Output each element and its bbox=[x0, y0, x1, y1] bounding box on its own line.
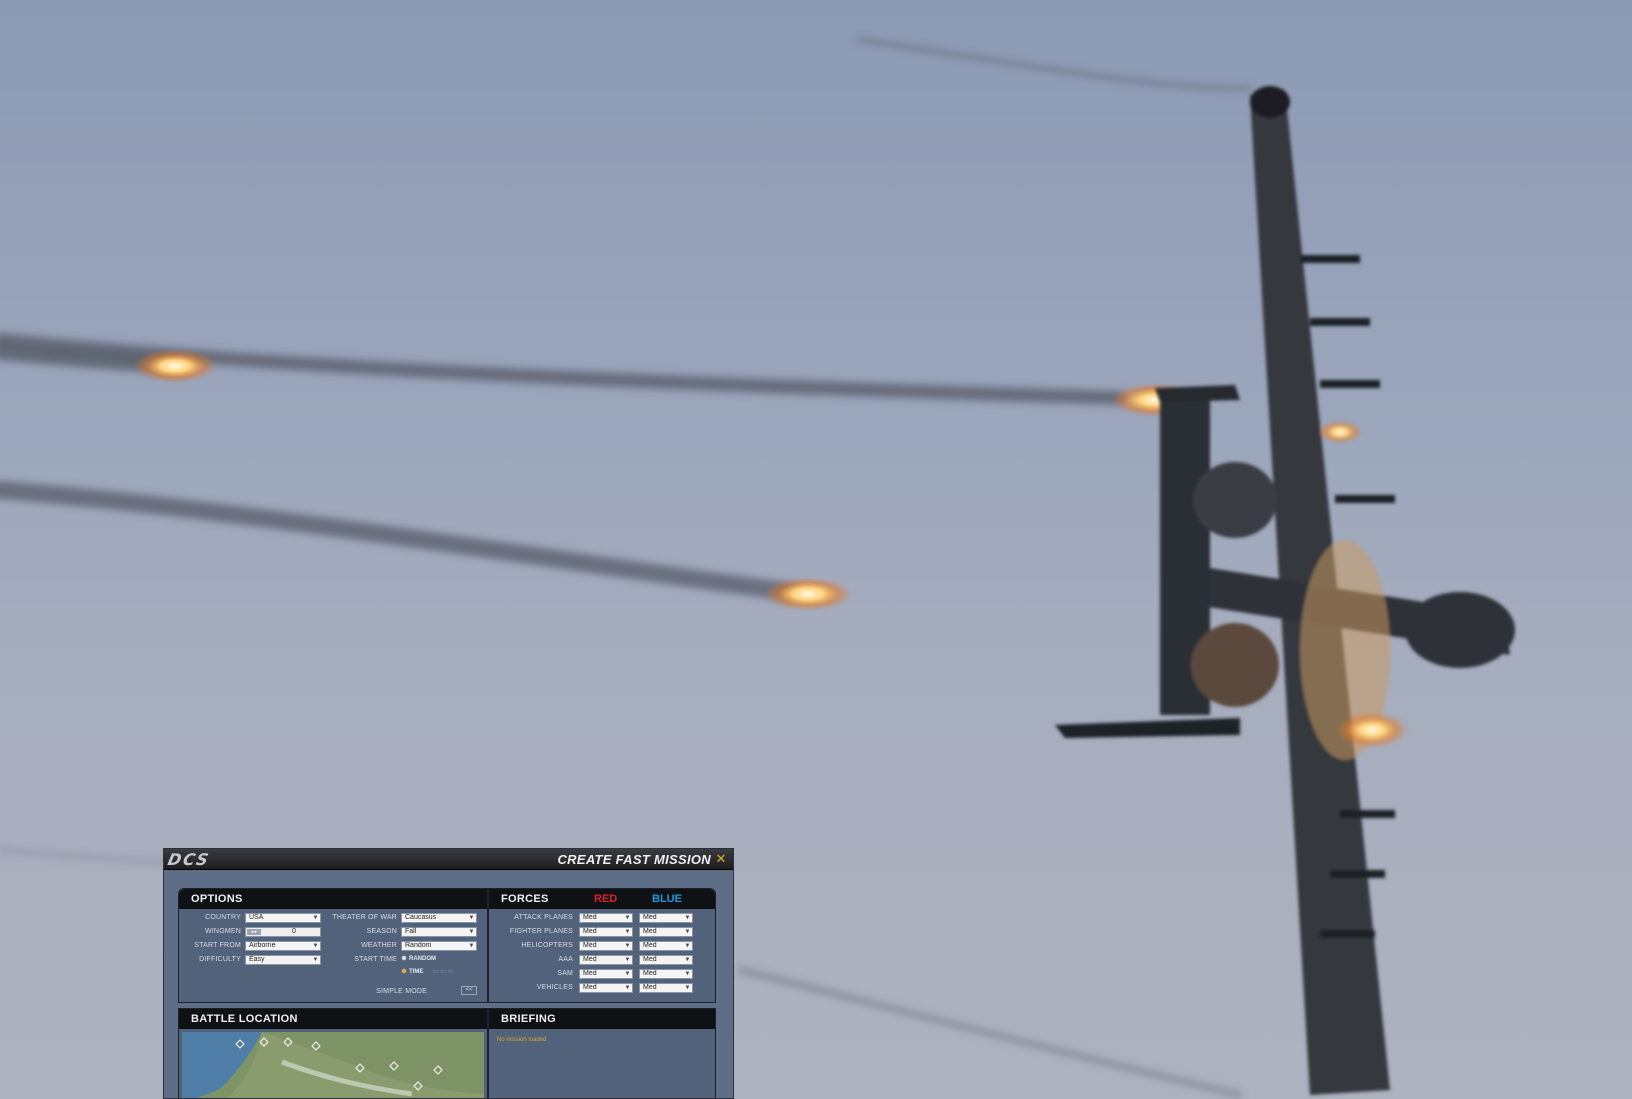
chevron-down-icon: ▼ bbox=[468, 915, 475, 921]
blue-force-value: Med bbox=[643, 942, 657, 949]
simple-mode-button[interactable]: << bbox=[461, 986, 477, 995]
briefing-text: No mission loaded bbox=[497, 1037, 547, 1043]
difficulty-dropdown[interactable]: Easy ▼ bbox=[245, 955, 321, 965]
start-from-dropdown[interactable]: Airborne ▼ bbox=[245, 941, 321, 951]
force-row-label: ATTACK PLANES bbox=[514, 914, 573, 921]
chevron-down-icon: ▼ bbox=[468, 943, 475, 949]
chevron-down-icon: ▼ bbox=[684, 985, 691, 991]
simple-mode-label: SIMPLE MODE bbox=[376, 988, 427, 995]
chevron-down-icon: ▼ bbox=[684, 915, 691, 921]
chevron-down-icon: ▼ bbox=[312, 915, 319, 921]
wingmen-value: 0 bbox=[292, 928, 296, 935]
dcs-logo: DCS bbox=[165, 850, 213, 869]
red-force-dropdown[interactable]: Med ▼ bbox=[579, 941, 633, 951]
theater-value: Caucasus bbox=[405, 914, 437, 921]
red-force-dropdown[interactable]: Med ▼ bbox=[579, 983, 633, 993]
red-force-value: Med bbox=[583, 984, 597, 991]
red-force-dropdown[interactable]: Med ▼ bbox=[579, 955, 633, 965]
force-row-label: SAM bbox=[557, 970, 573, 977]
radio-random[interactable]: RANDOM bbox=[401, 955, 436, 964]
weather-label: WEATHER bbox=[361, 942, 397, 949]
red-force-dropdown[interactable]: Med ▼ bbox=[579, 927, 633, 937]
chevron-down-icon: ▼ bbox=[684, 943, 691, 949]
radio-time-label: TIME bbox=[409, 969, 424, 975]
country-value: USA bbox=[249, 914, 264, 921]
create-fast-mission-dialog: DCS CREATE FAST MISSION ✕ OPTIONS COUNTR… bbox=[163, 848, 734, 1099]
difficulty-label: DIFFICULTY bbox=[199, 956, 241, 963]
chevron-down-icon: ▼ bbox=[624, 985, 631, 991]
blue-force-value: Med bbox=[643, 984, 657, 991]
red-force-dropdown[interactable]: Med ▼ bbox=[579, 969, 633, 979]
red-side-label: RED bbox=[594, 893, 618, 905]
red-force-value: Med bbox=[583, 928, 597, 935]
chevron-down-icon: ▼ bbox=[624, 929, 631, 935]
red-force-value: Med bbox=[583, 956, 597, 963]
red-force-value: Med bbox=[583, 970, 597, 977]
chevron-down-icon: ▼ bbox=[684, 971, 691, 977]
blue-force-dropdown[interactable]: Med ▼ bbox=[639, 941, 693, 951]
battle-map[interactable] bbox=[182, 1032, 484, 1098]
blue-force-dropdown[interactable]: Med ▼ bbox=[639, 927, 693, 937]
dialog-titlebar[interactable]: DCS CREATE FAST MISSION ✕ bbox=[164, 849, 733, 870]
red-force-dropdown[interactable]: Med ▼ bbox=[579, 913, 633, 923]
dialog-title: CREATE FAST MISSION bbox=[557, 852, 711, 867]
blue-side-label: BLUE bbox=[652, 893, 682, 905]
aircraft bbox=[1055, 86, 1515, 1095]
chevron-down-icon: ▼ bbox=[468, 929, 475, 935]
chevron-down-icon: ▼ bbox=[312, 943, 319, 949]
forces-panel: FORCES RED BLUE ATTACK PLANES Med ▼ Med ▼ FIG… bbox=[488, 888, 716, 1003]
map-graphic bbox=[182, 1032, 484, 1098]
options-header: OPTIONS bbox=[179, 889, 487, 909]
radio-random-icon[interactable] bbox=[401, 955, 407, 961]
battle-location-panel: BATTLE LOCATION bbox=[178, 1008, 488, 1098]
season-value: Fall bbox=[405, 928, 417, 935]
start-time-label: START TIME bbox=[354, 956, 397, 963]
stepper-arrows-icon[interactable]: ◂ ▸ bbox=[247, 929, 261, 935]
chevron-down-icon: ▼ bbox=[684, 929, 691, 935]
wingmen-label: WINGMEN bbox=[204, 928, 241, 935]
battle-location-header: BATTLE LOCATION bbox=[179, 1009, 487, 1029]
blue-force-dropdown[interactable]: Med ▼ bbox=[639, 983, 693, 993]
country-label: COUNTRY bbox=[205, 914, 241, 921]
force-row-label: FIGHTER PLANES bbox=[509, 928, 573, 935]
radio-time[interactable]: TIME bbox=[401, 968, 423, 977]
forces-title: FORCES bbox=[501, 893, 549, 905]
radio-time-icon[interactable] bbox=[401, 968, 407, 974]
red-force-value: Med bbox=[583, 942, 597, 949]
weather-value: Random bbox=[405, 942, 432, 949]
blue-force-dropdown[interactable]: Med ▼ bbox=[639, 969, 693, 979]
blue-force-dropdown[interactable]: Med ▼ bbox=[639, 955, 693, 965]
close-icon[interactable]: ✕ bbox=[714, 851, 728, 867]
briefing-panel: BRIEFING No mission loaded bbox=[488, 1008, 716, 1098]
blue-force-dropdown[interactable]: Med ▼ bbox=[639, 913, 693, 923]
blue-force-value: Med bbox=[643, 928, 657, 935]
chevron-down-icon: ▼ bbox=[312, 957, 319, 963]
season-label: SEASON bbox=[366, 928, 397, 935]
briefing-header: BRIEFING bbox=[489, 1009, 715, 1029]
start-from-value: Airborne bbox=[249, 942, 276, 949]
start-from-label: START FROM bbox=[194, 942, 241, 949]
chevron-down-icon: ▼ bbox=[624, 915, 631, 921]
blue-force-value: Med bbox=[643, 970, 657, 977]
blue-force-value: Med bbox=[643, 914, 657, 921]
radio-random-label: RANDOM bbox=[409, 956, 436, 962]
wingmen-stepper[interactable]: ◂ ▸ 0 bbox=[245, 927, 321, 937]
chevron-down-icon: ▼ bbox=[684, 957, 691, 963]
chevron-down-icon: ▼ bbox=[624, 971, 631, 977]
time-field[interactable]: ▭ ▭ ▭ bbox=[433, 968, 453, 976]
country-dropdown[interactable]: USA ▼ bbox=[245, 913, 321, 923]
force-row-label: VEHICLES bbox=[536, 984, 573, 991]
theater-label: THEATER OF WAR bbox=[332, 914, 397, 921]
season-dropdown[interactable]: Fall ▼ bbox=[401, 927, 477, 937]
red-force-value: Med bbox=[583, 914, 597, 921]
theater-dropdown[interactable]: Caucasus ▼ bbox=[401, 913, 477, 923]
weather-dropdown[interactable]: Random ▼ bbox=[401, 941, 477, 951]
blue-force-value: Med bbox=[643, 956, 657, 963]
force-row-label: AAA bbox=[558, 956, 573, 963]
difficulty-value: Easy bbox=[249, 956, 265, 963]
force-row-label: HELICOPTERS bbox=[521, 942, 573, 949]
chevron-down-icon: ▼ bbox=[624, 943, 631, 949]
chevron-down-icon: ▼ bbox=[624, 957, 631, 963]
options-panel: OPTIONS COUNTRY USA ▼ WINGMEN ◂ ▸ 0 STAR… bbox=[178, 888, 488, 1003]
